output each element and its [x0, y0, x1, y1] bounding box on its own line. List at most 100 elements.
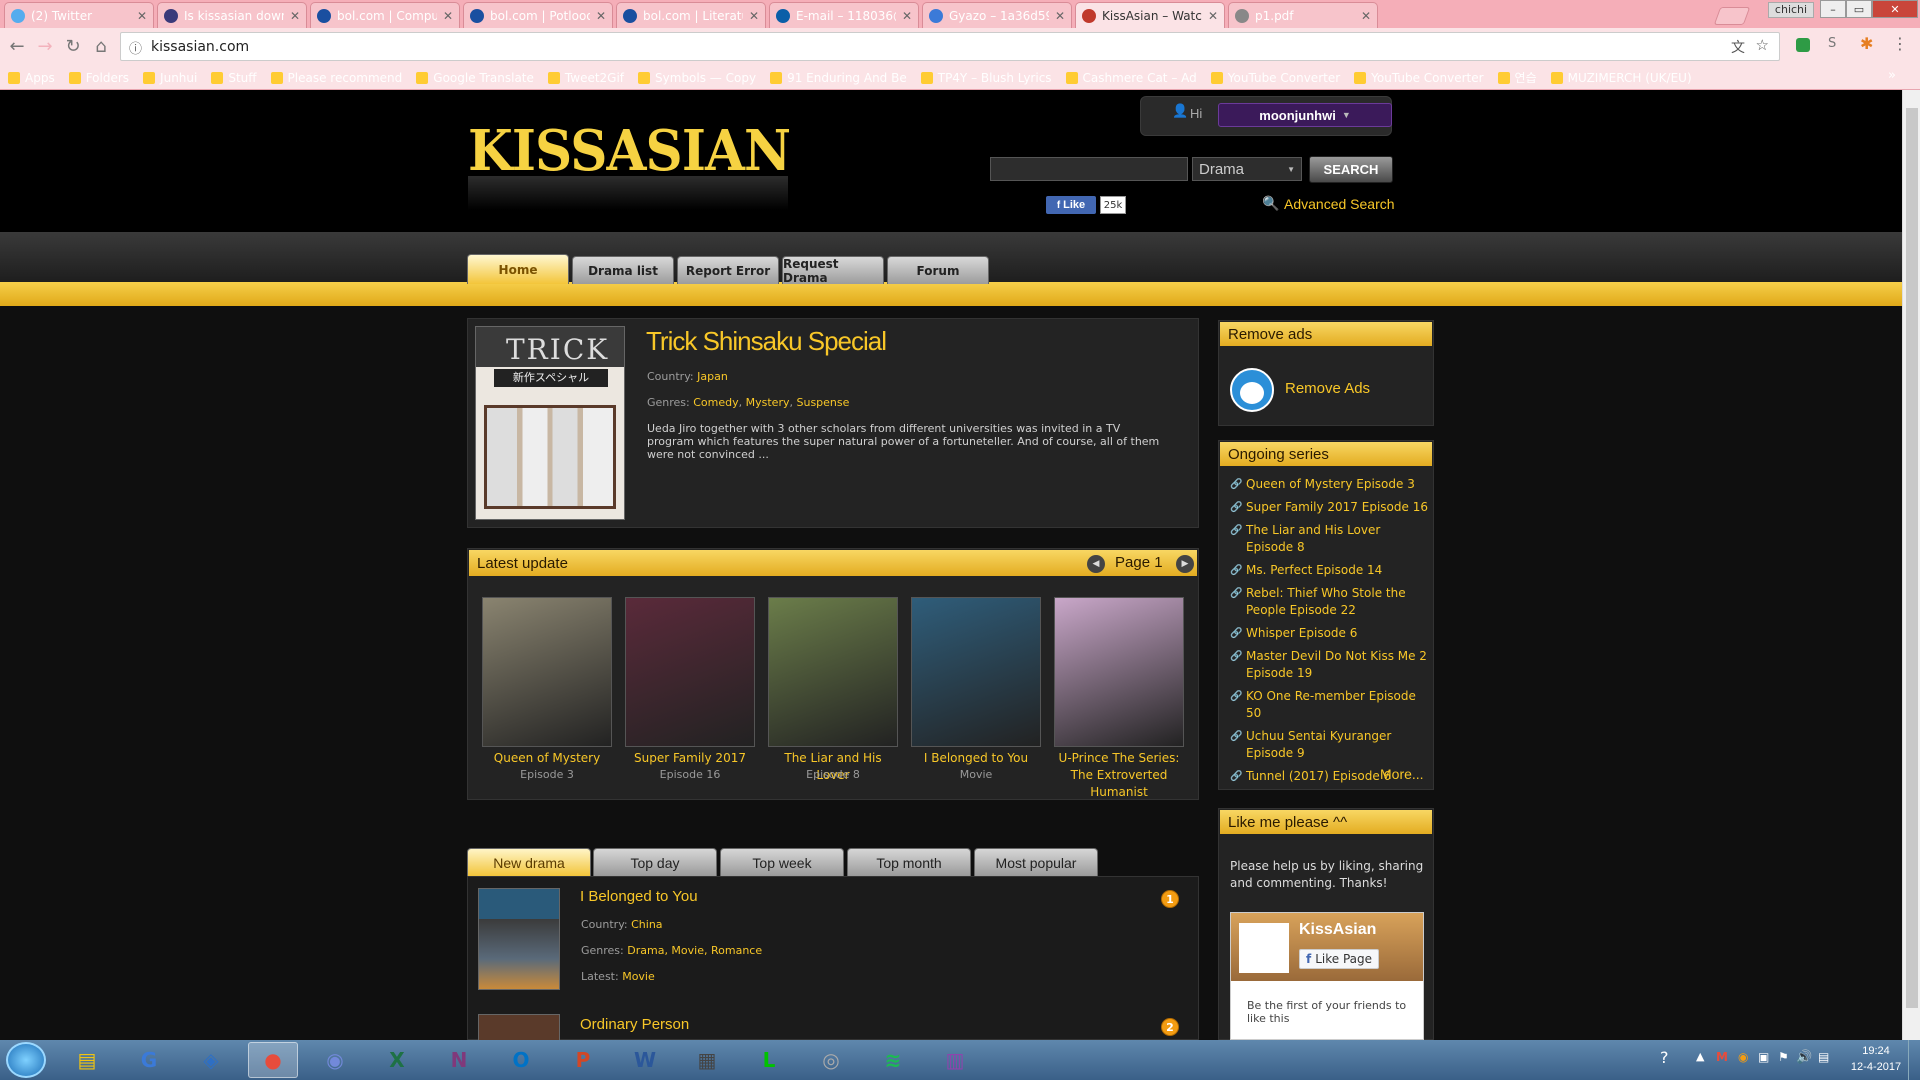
close-tab-icon[interactable]: ✕	[1055, 9, 1065, 23]
more-bookmarks-icon[interactable]: »	[1888, 68, 1896, 83]
bookmark-item[interactable]: MUZIMERCH (UK/EU)	[1550, 71, 1692, 85]
bookmark-item[interactable]: Symbols — Copy	[638, 71, 756, 85]
address-bar[interactable]: ⓘ kissasian.com 文 ☆	[120, 32, 1780, 61]
onenote-icon[interactable]: N	[434, 1042, 484, 1078]
remove-ads-link[interactable]: Remove Ads	[1285, 380, 1370, 397]
latest-title[interactable]: I Belonged to You	[911, 750, 1041, 767]
media-icon[interactable]: ◎	[806, 1042, 856, 1078]
close-tab-icon[interactable]: ✕	[1208, 9, 1218, 23]
explorer-icon[interactable]: ▤	[62, 1042, 112, 1078]
discord-icon[interactable]: ◉	[310, 1042, 360, 1078]
latest-title[interactable]: Queen of Mystery	[482, 750, 612, 767]
latest-title[interactable]: U-Prince The Series: The Extroverted Hum…	[1054, 750, 1184, 801]
powerpoint-icon[interactable]: P	[558, 1042, 608, 1078]
start-button[interactable]	[6, 1042, 46, 1078]
skype-icon[interactable]: S	[1828, 36, 1836, 51]
fb-page-name[interactable]: KissAsian	[1299, 921, 1376, 939]
gyazo-icon[interactable]: G	[124, 1042, 174, 1078]
bookmark-item[interactable]: 91 Enduring And Be	[770, 71, 907, 85]
page-scrollbar[interactable]	[1902, 90, 1920, 1040]
username-dropdown[interactable]: moonjunhwi ▼	[1218, 103, 1392, 127]
ongoing-item[interactable]: Uchuu Sentai Kyuranger Episode 9	[1230, 728, 1430, 762]
ongoing-item[interactable]: Super Family 2017 Episode 16	[1230, 499, 1430, 516]
nav-tab-home[interactable]: Home	[467, 254, 569, 284]
search-input[interactable]	[990, 157, 1188, 181]
close-window-button[interactable]: ✕	[1872, 0, 1918, 18]
ongoing-item[interactable]: Rebel: Thief Who Stole the People Episod…	[1230, 585, 1430, 619]
search-type-select[interactable]: Drama ▼	[1192, 157, 1302, 181]
close-tab-icon[interactable]: ✕	[749, 9, 759, 23]
outlook-icon[interactable]: O	[496, 1042, 546, 1078]
genre-link[interactable]: Suspense	[797, 396, 850, 409]
ongoing-item[interactable]: Ms. Perfect Episode 14	[1230, 562, 1430, 579]
bookmark-item[interactable]: Stuff	[211, 71, 257, 85]
latest-poster[interactable]	[625, 597, 755, 747]
genre-link[interactable]: Comedy	[693, 396, 738, 409]
browser-tab[interactable]: p1.pdf ✕	[1228, 2, 1378, 28]
tray-icon[interactable]: ◉	[1738, 1050, 1748, 1064]
star-icon[interactable]: ☆	[1756, 36, 1769, 54]
featured-poster[interactable]: TRICK 新作スペシャル	[475, 326, 625, 520]
ongoing-item[interactable]: Whisper Episode 6	[1230, 625, 1430, 642]
fb-like-page-button[interactable]: f Like Page	[1299, 949, 1379, 969]
maximize-button[interactable]: ▭	[1846, 0, 1872, 18]
flag-icon[interactable]: ⚑	[1778, 1050, 1789, 1064]
tray-arrow-icon[interactable]: ▲	[1696, 1050, 1704, 1063]
snip-icon[interactable]: ◈	[186, 1042, 236, 1078]
ongoing-item[interactable]: The Liar and His Lover Episode 8	[1230, 522, 1430, 556]
bookmark-item[interactable]: Folders	[68, 71, 129, 85]
browser-tab[interactable]: bol.com | Potlood, ... ✕	[463, 2, 613, 28]
spotify-icon[interactable]: ≋	[868, 1042, 918, 1078]
new-drama-title[interactable]: I Belonged to You	[580, 888, 698, 905]
country-link[interactable]: Japan	[697, 370, 728, 383]
home-icon[interactable]: ⌂	[88, 33, 114, 59]
help-icon[interactable]: ?	[1660, 1048, 1669, 1067]
bookmark-item[interactable]: TP4Y – Blush Lyrics	[920, 71, 1052, 85]
forward-icon[interactable]: →	[32, 33, 58, 59]
ongoing-item[interactable]: KO One Re-member Episode 50	[1230, 688, 1430, 722]
show-desktop-button[interactable]	[1908, 1040, 1920, 1080]
extension-icon-2[interactable]: ✱	[1860, 34, 1873, 53]
latest-link[interactable]: Movie	[622, 970, 655, 983]
close-tab-icon[interactable]: ✕	[137, 9, 147, 23]
ongoing-item[interactable]: Queen of Mystery Episode 3	[1230, 476, 1430, 493]
minimize-button[interactable]: –	[1820, 0, 1846, 18]
clock-date[interactable]: 12-4-2017	[1846, 1061, 1906, 1073]
featured-title[interactable]: Trick Shinsaku Special	[646, 326, 887, 357]
network-icon[interactable]: ▤	[1818, 1050, 1829, 1064]
tab-top-week[interactable]: Top week	[720, 848, 844, 876]
bookmark-item[interactable]: 연습	[1497, 69, 1537, 86]
bookmark-item[interactable]: Please recommend	[270, 71, 402, 85]
winrar-icon[interactable]: ▥	[930, 1042, 980, 1078]
close-tab-icon[interactable]: ✕	[596, 9, 606, 23]
close-tab-icon[interactable]: ✕	[1361, 9, 1371, 23]
latest-title[interactable]: Super Family 2017	[625, 750, 755, 767]
genre-link[interactable]: Mystery	[746, 396, 790, 409]
prev-page-icon[interactable]: ◀	[1087, 555, 1105, 573]
bookmark-item[interactable]: Apps	[8, 71, 55, 85]
nav-tab-report-error[interactable]: Report Error	[677, 256, 779, 284]
next-page-icon[interactable]: ▶	[1176, 555, 1194, 573]
close-tab-icon[interactable]: ✕	[902, 9, 912, 23]
browser-tab[interactable]: Gyazo – 1a36d59814... ✕	[922, 2, 1072, 28]
tab-top-day[interactable]: Top day	[593, 848, 717, 876]
tray-icon-2[interactable]: ▣	[1758, 1050, 1769, 1064]
scrollbar-thumb[interactable]	[1906, 108, 1918, 1008]
new-drama-poster[interactable]	[478, 888, 560, 990]
bookmark-item[interactable]: YouTube Converter	[1210, 71, 1340, 85]
profile-button[interactable]: chichi	[1768, 2, 1814, 18]
close-tab-icon[interactable]: ✕	[290, 9, 300, 23]
tab-new-drama[interactable]: New drama	[467, 848, 591, 876]
bookmark-item[interactable]: Tweet2Gif	[547, 71, 624, 85]
latest-poster[interactable]	[482, 597, 612, 747]
nav-tab-request-drama[interactable]: Request Drama	[782, 256, 884, 285]
word-icon[interactable]: W	[620, 1042, 670, 1078]
back-icon[interactable]: ←	[4, 33, 30, 59]
reload-icon[interactable]: ↻	[60, 33, 86, 59]
site-logo[interactable]: KISSASIAN	[468, 118, 791, 184]
facebook-like-button[interactable]: f Like	[1046, 196, 1096, 214]
browser-tab[interactable]: bol.com | Literatuur... ✕	[616, 2, 766, 28]
browser-tab[interactable]: bol.com | Computer ✕	[310, 2, 460, 28]
translate-icon[interactable]: 文	[1731, 37, 1745, 57]
latest-poster[interactable]	[768, 597, 898, 747]
